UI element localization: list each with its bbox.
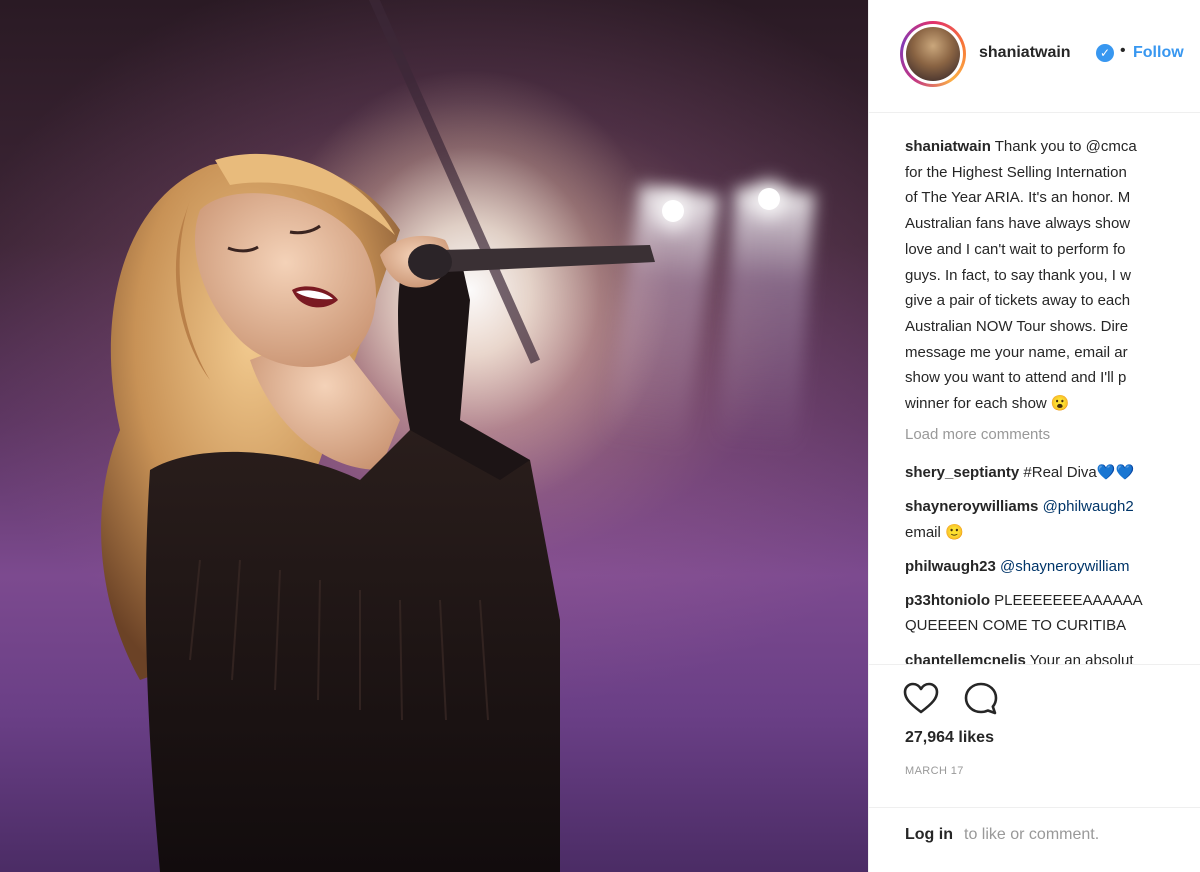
comment-mention[interactable]: @shayneroywilliam [1000,558,1129,575]
comment-item: chantellemcnelis Your an absolut [905,648,1134,664]
caption-line: Thank you to @cmca [994,138,1137,155]
profile-username[interactable]: shaniatwain [979,44,1071,62]
caption-line: for the Highest Selling Internation [905,163,1127,181]
verified-check-icon: ✓ [1096,44,1114,62]
comment-username[interactable]: shayneroywilliams [905,498,1038,515]
post-actions: 27,964 likes MARCH 17 Log in to like or … [869,664,1200,865]
caption-username[interactable]: shaniatwain [905,138,991,155]
comment-mention[interactable]: @philwaugh2 [1043,498,1134,515]
post-sidebar: shaniatwain ✓ • Follow shaniatwain Thank… [868,0,1200,872]
jacket-shape [145,420,561,872]
login-link[interactable]: Log in [905,826,953,844]
login-prompt: Log in to like or comment. [869,807,1200,868]
post-header: shaniatwain ✓ • Follow [869,0,1200,113]
comment-text: QUEEEEN COME TO CURITIBA [905,617,1127,634]
caption-line: winner for each show 😮 [905,395,1070,413]
comment-text: #Real Diva [1023,464,1097,481]
comment-username[interactable]: shery_septianty [905,464,1019,481]
likes-count[interactable]: 27,964 likes [905,729,994,747]
comment-text: Your an absolut [1029,652,1134,664]
load-more-comments-button[interactable]: Load more comments [905,426,1050,443]
comment-username[interactable]: p33htoniolo [905,592,990,609]
comments-list[interactable]: shaniatwain Thank you to @cmca for the H… [869,124,1200,664]
comment-bubble-icon[interactable] [961,679,1001,719]
caption-line: give a pair of tickets away to each [905,292,1131,310]
post-photo[interactable] [0,0,868,872]
caption-line: love and I can't wait to perform fo [905,240,1126,258]
follow-button[interactable]: Follow [1133,44,1184,62]
singer-figure [101,153,655,872]
caption-line: of The Year ARIA. It's an honor. M [905,189,1131,207]
comment-text: PLEEEEEEEAAAAAA [994,592,1143,609]
comment-item: QUEEEEN COME TO CURITIBA [905,613,1126,638]
heart-icon[interactable] [901,679,941,719]
caption-line: message me your name, email ar [905,343,1128,361]
comment-username[interactable]: chantellemcnelis [905,652,1026,664]
caption-line: Australian NOW Tour shows. Dire [905,317,1129,335]
post-caption: shaniatwain Thank you to @cmca for the H… [905,134,1200,417]
comment-item: shery_septianty #Real Diva💙💙 [905,460,1134,485]
comment-item: shayneroywilliams @philwaugh2 [905,494,1134,519]
comment-username[interactable]: philwaugh23 [905,558,996,575]
caption-line: show you want to attend and I'll p [905,369,1127,387]
comment-emoji: 💙💙 [1096,464,1135,481]
comment-text: email 🙂 [905,524,964,541]
avatar[interactable] [900,21,966,87]
caption-line: Australian fans have always show [905,215,1131,233]
separator-dot: • [1120,42,1126,59]
comment-item: philwaugh23 @shayneroywilliam [905,554,1129,579]
comment-item: p33htoniolo PLEEEEEEEAAAAAA [905,588,1143,613]
comment-item: email 🙂 [905,520,964,545]
post-date: MARCH 17 [905,765,964,777]
caption-line: guys. In fact, to say thank you, I w [905,266,1131,284]
login-prompt-text: to like or comment. [964,826,1100,843]
